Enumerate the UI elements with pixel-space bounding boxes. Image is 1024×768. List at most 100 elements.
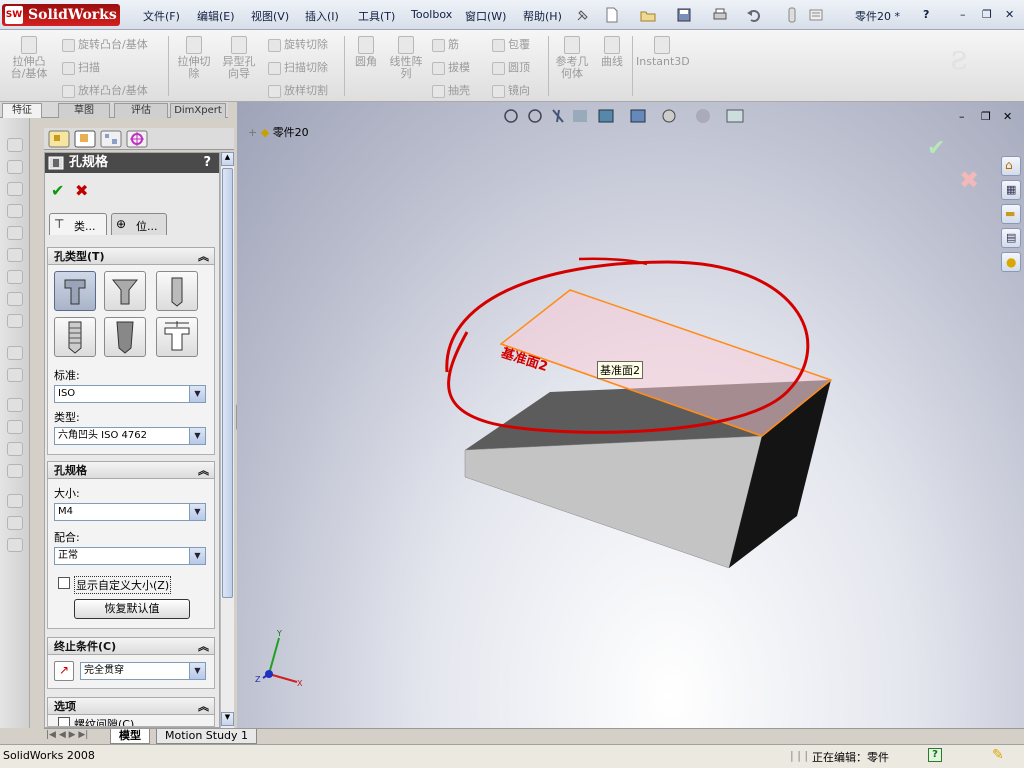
scene-icon[interactable]	[726, 109, 744, 123]
draft-button[interactable]: 拔模	[432, 59, 470, 75]
solidworks-logo[interactable]: SW SolidWorks	[2, 4, 120, 26]
loft-cut-button[interactable]: 放样切割	[268, 82, 328, 98]
menu-toolbox[interactable]: Toolbox	[411, 8, 452, 21]
taskpane-appearances-button[interactable]: ●	[1001, 252, 1021, 272]
scroll-up-icon[interactable]: ▲	[221, 152, 234, 166]
wrap-button[interactable]: 包覆	[492, 36, 530, 52]
graphics-viewport[interactable]: Y X Z 基准面2 基准面2 ✔ ✖ – ❐ ✕	[237, 102, 1024, 728]
dropdown-arrow-icon[interactable]: ▼	[189, 548, 205, 564]
tab-evaluate[interactable]: 评估	[114, 103, 168, 118]
tool-icon[interactable]	[7, 398, 23, 412]
expand-icon[interactable]: +	[248, 126, 261, 139]
shell-button[interactable]: 抽壳	[432, 82, 470, 98]
tab-sketch[interactable]: 草图	[58, 103, 110, 118]
collapse-chevron-icon[interactable]: ︽	[198, 248, 209, 266]
property-manager-icon[interactable]	[74, 130, 96, 148]
thread-clearance-checkbox[interactable]	[58, 717, 70, 726]
mirror-button[interactable]: 镜向	[492, 82, 530, 98]
options-group-header[interactable]: 选项 ︽	[47, 697, 215, 715]
tool-icon[interactable]	[7, 346, 23, 360]
scroll-thumb[interactable]	[222, 168, 233, 598]
custom-size-checkbox[interactable]	[58, 577, 70, 589]
restore-defaults-button[interactable]: 恢复默认值	[74, 599, 190, 619]
tool-icon[interactable]	[7, 292, 23, 306]
hole-wizard-button[interactable]: 异型孔 向导	[219, 36, 259, 80]
configuration-manager-icon[interactable]	[100, 130, 122, 148]
hide-show-icon[interactable]	[662, 109, 676, 123]
dropdown-arrow-icon[interactable]: ▼	[189, 386, 205, 402]
tool-icon[interactable]	[7, 368, 23, 382]
tool-icon[interactable]	[7, 494, 23, 508]
taskpane-home-button[interactable]: ⌂	[1001, 156, 1021, 176]
revolve-boss-button[interactable]: 旋转凸台/基体	[62, 36, 148, 52]
tool-icon[interactable]	[7, 160, 23, 174]
hole-button[interactable]	[156, 271, 198, 311]
undo-icon[interactable]	[746, 7, 762, 23]
close-button[interactable]: ✕	[1005, 8, 1014, 21]
tap-button[interactable]	[54, 317, 96, 357]
doc-minimize-button[interactable]: –	[959, 110, 965, 123]
sweep-button[interactable]: 扫描	[62, 59, 100, 75]
confirm-check-icon[interactable]: ✔	[927, 136, 945, 161]
new-file-icon[interactable]	[604, 7, 620, 23]
tool-icon[interactable]	[7, 420, 23, 434]
collapse-chevron-icon[interactable]: ︽	[198, 638, 209, 656]
ok-check-icon[interactable]: ✔	[51, 181, 64, 200]
section-view-icon[interactable]	[573, 110, 587, 122]
curves-button[interactable]: 曲线	[596, 36, 628, 68]
print-icon[interactable]	[712, 7, 728, 23]
previous-view-icon[interactable]	[552, 109, 564, 123]
doc-close-button[interactable]: ✕	[1003, 110, 1012, 123]
restore-button[interactable]: ❐	[982, 8, 992, 21]
view-orientation-icon[interactable]	[598, 109, 614, 123]
dimxpert-manager-icon[interactable]	[126, 130, 148, 148]
extrude-boss-button[interactable]: 拉伸凸 台/基体	[8, 36, 50, 80]
subtab-type[interactable]: ⊤ 类...	[49, 213, 107, 235]
tool-icon[interactable]	[7, 442, 23, 456]
tool-icon[interactable]	[7, 516, 23, 530]
instant3d-button[interactable]: Instant3D	[636, 36, 690, 68]
scroll-down-icon[interactable]: ▼	[221, 712, 234, 726]
standard-select[interactable]: ISO ▼	[54, 385, 206, 403]
menu-help[interactable]: 帮助(H)	[523, 8, 562, 24]
custom-size-label[interactable]: 显示自定义大小(Z)	[74, 576, 172, 594]
menu-insert[interactable]: 插入(I)	[305, 8, 339, 24]
minimize-button[interactable]: –	[960, 8, 966, 21]
dropdown-arrow-icon[interactable]: ▼	[189, 504, 205, 520]
sweep-cut-button[interactable]: 扫描切除	[268, 59, 328, 75]
menu-tools[interactable]: 工具(T)	[358, 8, 395, 24]
menu-edit[interactable]: 编辑(E)	[197, 8, 235, 24]
tool-icon[interactable]	[7, 270, 23, 284]
dropdown-arrow-icon[interactable]: ▼	[189, 663, 205, 679]
type-select[interactable]: 六角凹头 ISO 4762 ▼	[54, 427, 206, 445]
select-icon[interactable]	[784, 7, 800, 23]
collapse-chevron-icon[interactable]: ︽	[198, 698, 209, 716]
doc-restore-button[interactable]: ❐	[981, 110, 991, 123]
menu-window[interactable]: 窗口(W)	[465, 8, 506, 24]
size-select[interactable]: M4 ▼	[54, 503, 206, 521]
tab-model[interactable]: 模型	[110, 729, 150, 744]
pipe-tap-button[interactable]	[104, 317, 146, 357]
appearance-icon[interactable]	[696, 109, 710, 123]
tool-icon[interactable]	[7, 314, 23, 328]
revolve-cut-button[interactable]: 旋转切除	[268, 36, 328, 52]
reverse-direction-button[interactable]: ↗	[54, 661, 74, 681]
taskpane-view-palette-button[interactable]: ▤	[1001, 228, 1021, 248]
menu-view[interactable]: 视图(V)	[251, 8, 289, 24]
rib-button[interactable]: 筋	[432, 36, 459, 52]
end-condition-select[interactable]: 完全贯穿 ▼	[80, 662, 206, 680]
loft-boss-button[interactable]: 放样凸台/基体	[62, 82, 148, 98]
feature-tree-icon[interactable]	[48, 130, 70, 148]
subtab-position[interactable]: ⊕ 位...	[111, 213, 167, 235]
reference-geometry-button[interactable]: 参考几 何体	[552, 36, 592, 80]
tab-features[interactable]: 特征	[2, 103, 42, 118]
dome-button[interactable]: 圆顶	[492, 59, 530, 75]
pin-icon[interactable]	[575, 7, 591, 23]
tool-icon[interactable]	[7, 138, 23, 152]
tool-icon[interactable]	[7, 464, 23, 478]
collapse-chevron-icon[interactable]: ︽	[198, 462, 209, 480]
end-condition-group-header[interactable]: 终止条件(C) ︽	[47, 637, 215, 655]
pm-help-icon[interactable]: ?	[203, 153, 211, 173]
fit-select[interactable]: 正常 ▼	[54, 547, 206, 565]
tool-icon[interactable]	[7, 204, 23, 218]
